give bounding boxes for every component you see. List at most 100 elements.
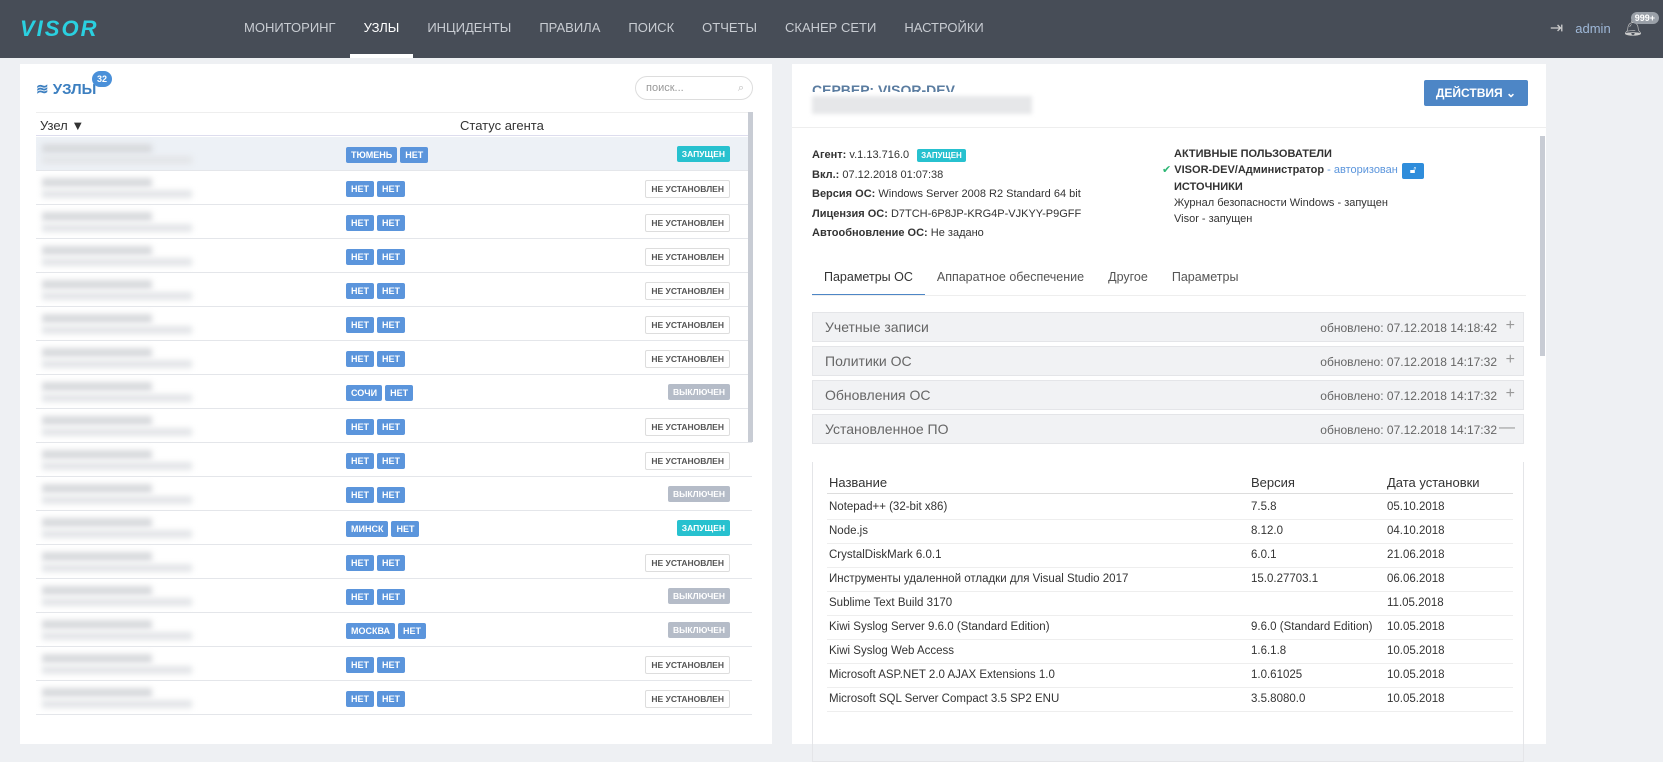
node-tag: НЕТ <box>377 657 405 673</box>
software-row: Notepad++ (32-bit x86) 7.5.8 05.10.2018 <box>827 496 1513 520</box>
logout-icon[interactable]: ⇥ <box>1550 18 1563 38</box>
agent-status-badge: НЕ УСТАНОВЛЕН <box>645 316 730 334</box>
table-row[interactable]: НЕТ НЕТ НЕ УСТАНОВЛЕН <box>36 681 752 715</box>
scrollbar[interactable] <box>748 112 753 442</box>
node-tag: НЕТ <box>377 419 405 435</box>
node-tag: НЕТ <box>346 487 374 503</box>
node-tag: НЕТ <box>346 555 374 571</box>
node-tag: НЕТ <box>377 317 405 333</box>
node-name-redacted <box>42 416 152 425</box>
node-name-redacted <box>42 586 152 595</box>
table-row[interactable]: НЕТ НЕТ НЕ УСТАНОВЛЕН <box>36 409 752 443</box>
node-name-redacted <box>42 654 152 663</box>
nav-item[interactable]: МОНИТОРИНГ <box>230 0 350 58</box>
tab[interactable]: Другое <box>1096 264 1160 296</box>
nav-item[interactable]: ИНЦИДЕНТЫ <box>413 0 525 58</box>
table-row[interactable]: ТЮМЕНЬ НЕТ ЗАПУЩЕН <box>36 137 752 171</box>
server-info: Агент: v.1.13.716.0 ЗАПУЩЕН Вкл.: 07.12.2… <box>812 149 1082 239</box>
node-tag: НЕТ <box>377 555 405 571</box>
col-agent-status[interactable]: Статус агента <box>460 118 728 133</box>
user-link[interactable]: admin <box>1575 21 1610 36</box>
server-panel: СЕРВЕР: VISOR-DEV ДЕЙСТВИЯ ⌄ Агент: v.1.… <box>792 64 1546 762</box>
node-tag: НЕТ <box>398 623 427 639</box>
accordion-section[interactable]: Обновления ОС обновлено: 07.12.2018 14:17… <box>812 380 1524 410</box>
nav-item[interactable]: СКАНЕР СЕТИ <box>771 0 890 58</box>
expand-icon[interactable]: + <box>1506 385 1515 403</box>
node-tag: НЕТ <box>346 317 374 333</box>
node-tag: НЕТ <box>400 147 429 163</box>
nav-item[interactable]: НАСТРОЙКИ <box>890 0 997 58</box>
main-nav: МОНИТОРИНГ УЗЛЫ ИНЦИДЕНТЫ ПРАВИЛА ПОИСК ОТЧЕТ… <box>230 0 998 58</box>
node-tag: НЕТ <box>346 283 374 299</box>
search-icon[interactable]: ⌕ <box>738 77 744 99</box>
nodes-list: ТЮМЕНЬ НЕТ ЗАПУЩЕН НЕТ НЕТ НЕ УСТАНОВЛЕН НЕТ НЕ… <box>36 137 752 715</box>
collapse-icon[interactable]: — <box>1499 419 1515 437</box>
accordion-section[interactable]: Политики ОС обновлено: 07.12.2018 14:17:3… <box>812 346 1524 376</box>
agent-status-badge: НЕ УСТАНОВЛЕН <box>645 452 730 470</box>
node-tag: НЕТ <box>377 351 405 367</box>
node-tag: СОЧИ <box>346 385 383 401</box>
node-tag: НЕТ <box>391 521 420 537</box>
user-auth-status[interactable]: - авторизован <box>1324 164 1398 176</box>
table-row[interactable]: НЕТ НЕТ ВЫКЛЮЧЕН <box>36 477 752 511</box>
table-row[interactable]: НЕТ НЕТ ВЫКЛЮЧЕН <box>36 579 752 613</box>
agent-status-badge: НЕ УСТАНОВЛЕН <box>645 248 730 266</box>
table-row[interactable]: СОЧИ НЕТ ВЫКЛЮЧЕН <box>36 375 752 409</box>
agent-status-badge: НЕ УСТАНОВЛЕН <box>645 656 730 674</box>
table-row[interactable]: НЕТ НЕТ НЕ УСТАНОВЛЕН <box>36 273 752 307</box>
visor-logo[interactable]: VISOR <box>20 16 98 42</box>
node-tag: НЕТ <box>385 385 414 401</box>
tab[interactable]: Аппаратное обеспечение <box>925 264 1096 296</box>
table-row[interactable]: МОСКВА НЕТ ВЫКЛЮЧЕН <box>36 613 752 647</box>
node-address-redacted <box>42 496 192 504</box>
actions-button[interactable]: ДЕЙСТВИЯ ⌄ <box>1423 80 1528 106</box>
table-row[interactable]: НЕТ НЕТ НЕ УСТАНОВЛЕН <box>36 341 752 375</box>
node-name-redacted <box>42 688 152 697</box>
table-row[interactable]: НЕТ НЕТ НЕ УСТАНОВЛЕН <box>36 647 752 681</box>
node-address-redacted <box>42 224 192 232</box>
node-name-redacted <box>42 484 152 493</box>
node-address-redacted <box>42 326 192 334</box>
node-tag: ТЮМЕНЬ <box>346 147 398 163</box>
node-name-redacted <box>42 178 152 187</box>
nav-item[interactable]: ОТЧЕТЫ <box>688 0 771 58</box>
unlock-button[interactable]: 🔓︎ <box>1401 163 1425 179</box>
node-address-redacted <box>42 564 192 572</box>
node-address-redacted <box>42 258 192 266</box>
tab[interactable]: Параметры ОС <box>812 264 925 296</box>
table-row[interactable]: НЕТ НЕТ НЕ УСТАНОВЛЕН <box>36 205 752 239</box>
nav-item[interactable]: ПОИСК <box>614 0 688 58</box>
expand-icon[interactable]: + <box>1506 317 1515 335</box>
nav-item[interactable]: ПРАВИЛА <box>525 0 614 58</box>
nodes-count-badge: 32 <box>92 71 113 87</box>
nav-item[interactable]: УЗЛЫ <box>349 0 414 58</box>
node-name-redacted <box>42 144 152 153</box>
table-row[interactable]: МИНСК НЕТ ЗАПУЩЕН <box>36 511 752 545</box>
node-tag: НЕТ <box>346 215 374 231</box>
tab[interactable]: Параметры <box>1160 264 1251 296</box>
table-row[interactable]: НЕТ НЕТ НЕ УСТАНОВЛЕН <box>36 171 752 205</box>
accordion-section[interactable]: Учетные записи обновлено: 07.12.2018 14:1… <box>812 312 1524 342</box>
software-row: Microsoft SQL Server Compact 3.5 SP2 ENU… <box>827 688 1513 712</box>
node-tag: НЕТ <box>346 249 374 265</box>
expand-icon[interactable]: + <box>1506 351 1515 369</box>
node-address-redacted <box>42 360 192 368</box>
col-node[interactable]: Узел ▼ <box>40 118 84 133</box>
table-row[interactable]: НЕТ НЕТ НЕ УСТАНОВЛЕН <box>36 307 752 341</box>
node-address-redacted <box>42 156 192 164</box>
bell-icon[interactable]: 🔔︎ 999+ <box>1623 12 1659 38</box>
node-tag: НЕТ <box>346 453 374 469</box>
table-row[interactable]: НЕТ НЕТ НЕ УСТАНОВЛЕН <box>36 443 752 477</box>
filter-icon[interactable]: ▼ <box>71 118 84 133</box>
agent-status-badge: ВЫКЛЮЧЕН <box>667 384 730 400</box>
scrollbar[interactable] <box>1540 136 1545 356</box>
table-row[interactable]: НЕТ НЕТ НЕ УСТАНОВЛЕН <box>36 545 752 579</box>
node-tag: НЕТ <box>377 249 405 265</box>
node-tag: НЕТ <box>377 181 405 197</box>
software-row: Microsoft ASP.NET 2.0 AJAX Extensions 1.… <box>827 664 1513 688</box>
node-tag: НЕТ <box>346 419 374 435</box>
search-input[interactable]: поиск... ⌕ <box>635 76 753 100</box>
accordion-section[interactable]: Установленное ПО обновлено: 07.12.2018 14… <box>812 414 1524 444</box>
node-tag: НЕТ <box>346 589 374 605</box>
table-row[interactable]: НЕТ НЕТ НЕ УСТАНОВЛЕН <box>36 239 752 273</box>
